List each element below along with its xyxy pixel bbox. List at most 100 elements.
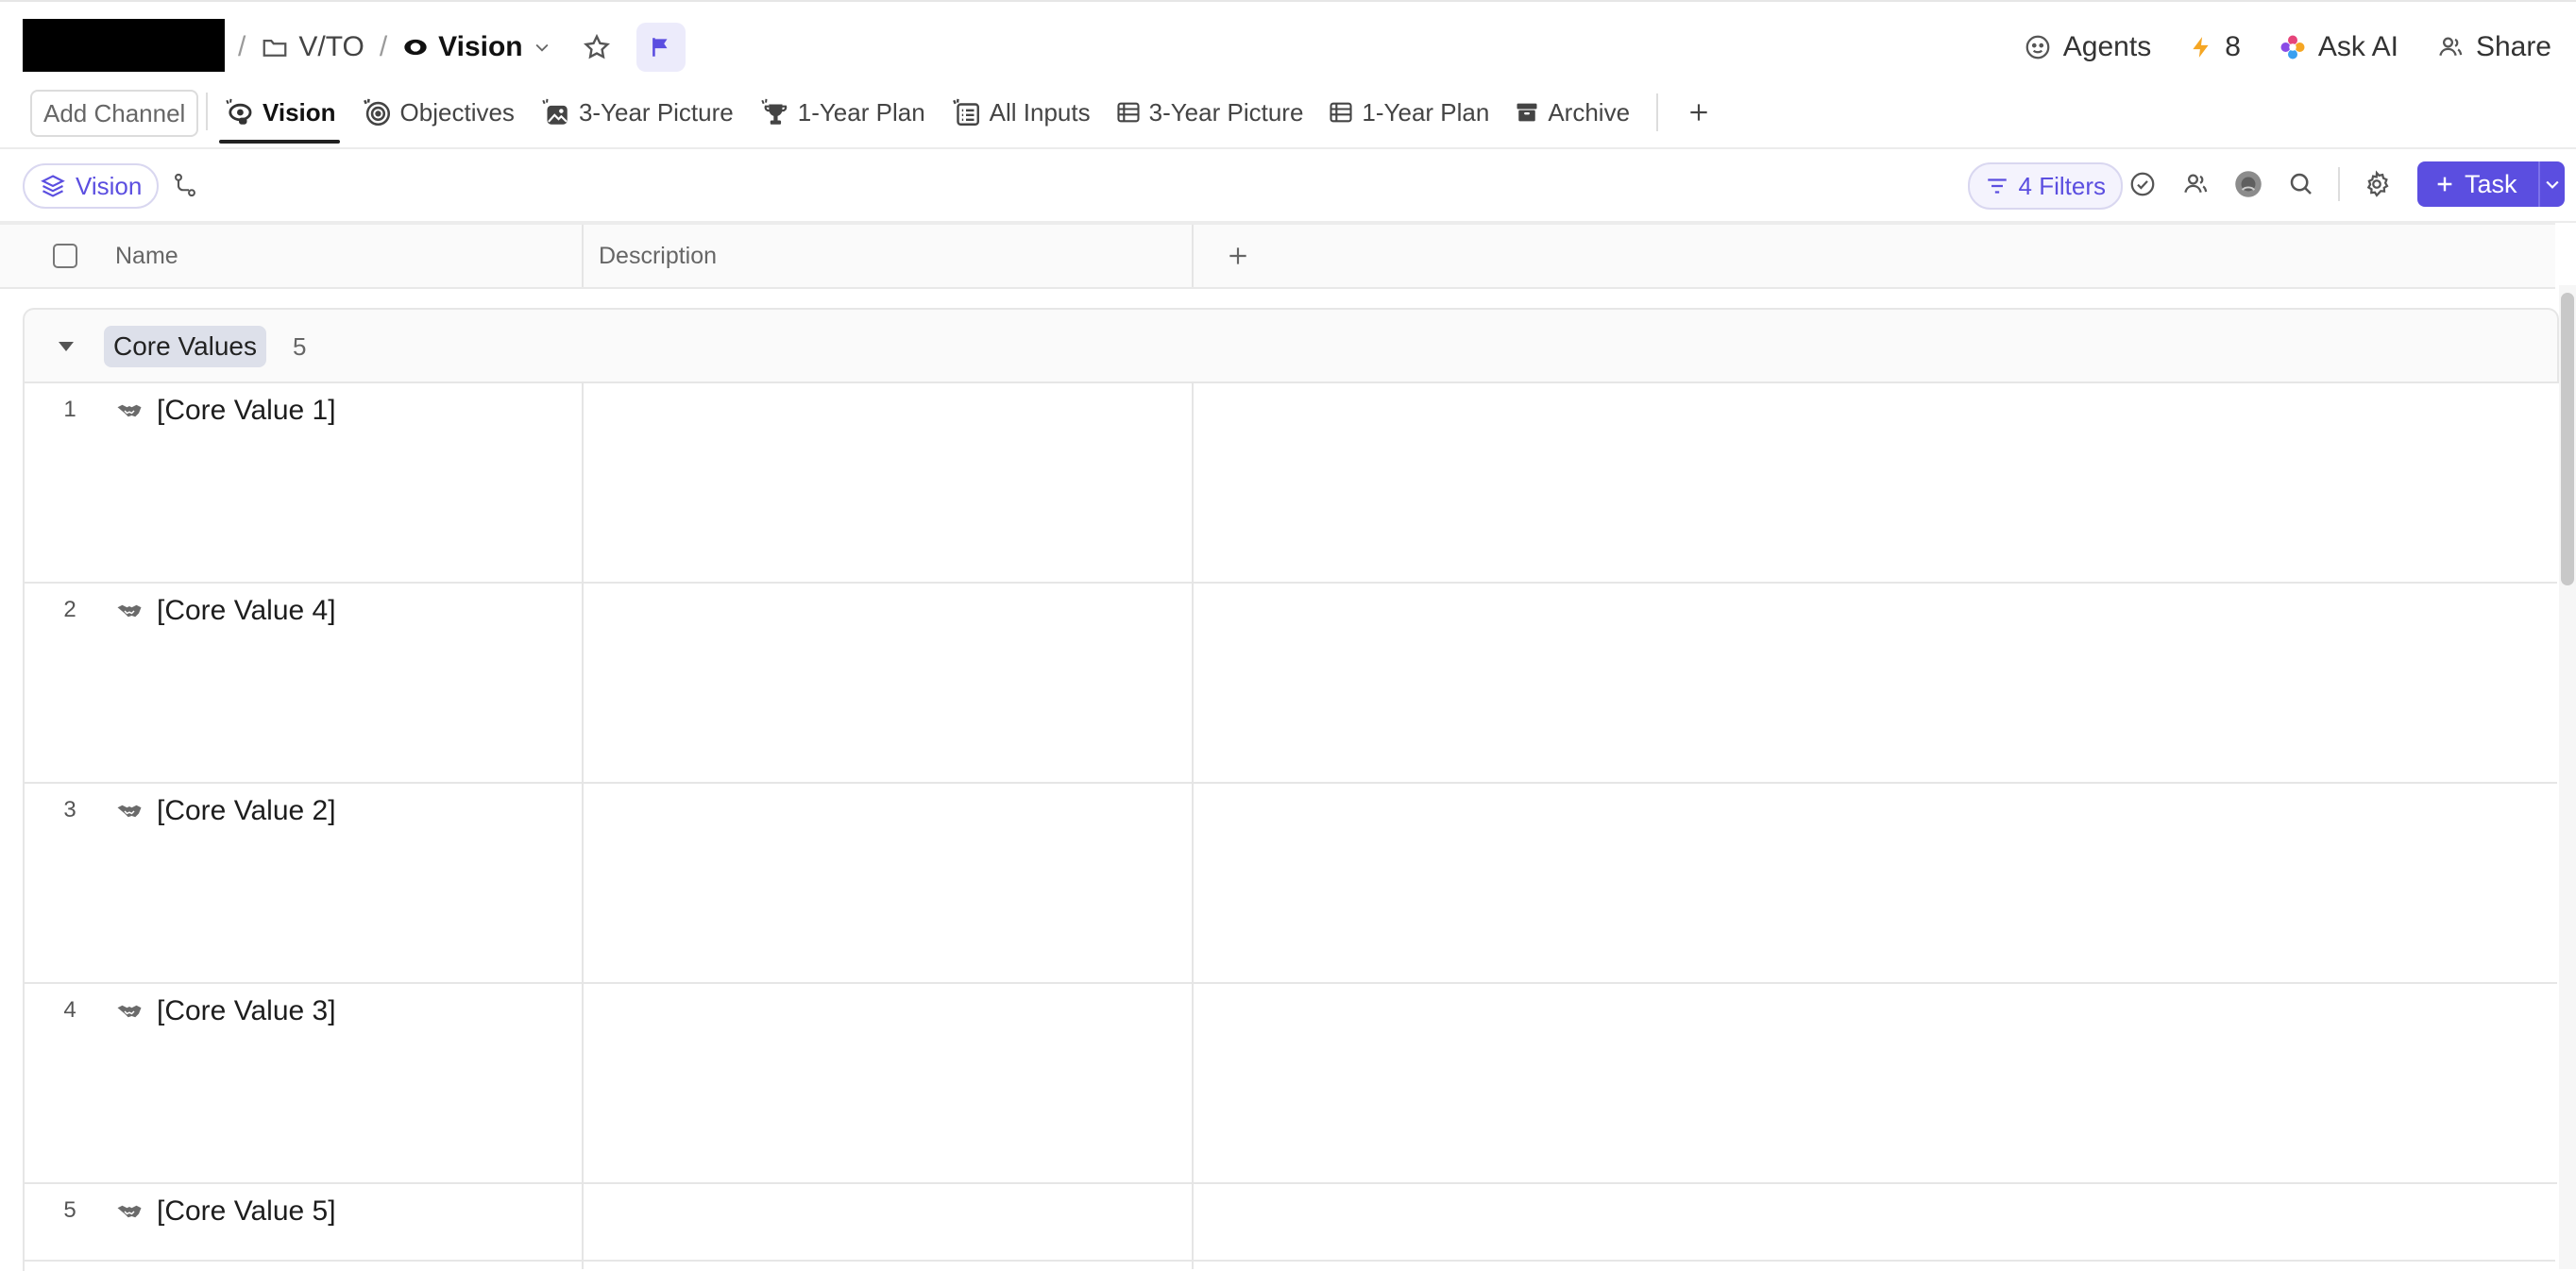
folder-icon	[261, 33, 289, 61]
task-name-cell[interactable]: [Core Value 2]	[115, 795, 336, 827]
gear-icon	[2366, 170, 2389, 197]
column-divider	[1192, 381, 1194, 1269]
breadcrumb: / V/TO / Vision	[238, 21, 686, 74]
task-name-cell[interactable]: [Core Value 1]	[115, 395, 336, 427]
search-button[interactable]	[2285, 166, 2317, 202]
agents-icon	[2025, 35, 2050, 59]
view-tabs: Vision Objectives 3-Year Picture 1-Year …	[219, 83, 1722, 144]
handshake-icon	[117, 604, 142, 618]
automations-count: 8	[2225, 31, 2241, 62]
column-header-description[interactable]: Description	[599, 225, 717, 287]
breadcrumb-folder-label: V/TO	[298, 31, 364, 62]
tab-label: 1-Year Plan	[797, 97, 925, 127]
breadcrumb-folder[interactable]: V/TO	[261, 31, 364, 63]
add-task-button[interactable]: Task	[2417, 161, 2565, 207]
tab-archive[interactable]: Archive	[1510, 83, 1634, 142]
plus-icon	[1229, 247, 1246, 264]
tab-1-year-plan[interactable]: 1-Year Plan	[754, 83, 929, 142]
automations-count-button[interactable]: 8	[2189, 31, 2241, 63]
table-row[interactable]: 1 [Core Value 1]	[23, 381, 2557, 582]
ask-ai-button[interactable]: Ask AI	[2279, 31, 2398, 63]
archive-icon	[1517, 103, 1537, 122]
search-icon	[2290, 173, 2312, 195]
tab-label: 1-Year Plan	[1362, 97, 1490, 127]
caret-down-icon	[59, 342, 74, 351]
flag-icon	[652, 38, 668, 57]
eye-icon	[226, 98, 252, 125]
subtasks-icon	[175, 173, 195, 197]
layers-icon	[41, 175, 65, 197]
closed-tasks-button[interactable]	[2127, 166, 2159, 202]
form-icon	[952, 98, 979, 126]
task-options-dropdown[interactable]	[2540, 175, 2565, 194]
divider	[206, 93, 208, 130]
table-row[interactable]: 5 [Core Value 5]	[23, 1182, 2557, 1271]
scrollbar-thumb[interactable]	[2561, 293, 2574, 585]
breadcrumb-current[interactable]: Vision	[402, 31, 551, 63]
plus-icon	[2437, 177, 2452, 192]
group-count: 5	[293, 331, 307, 361]
task-name-cell[interactable]: [Core Value 4]	[115, 595, 336, 627]
divider	[2338, 167, 2340, 201]
tab-label: Archive	[1548, 97, 1631, 127]
favorite-star-button[interactable]	[572, 23, 621, 72]
tab-all-inputs[interactable]: All Inputs	[946, 83, 1094, 142]
tab-label: 3-Year Picture	[578, 97, 734, 127]
assignees-button[interactable]	[2179, 166, 2212, 202]
select-all-checkbox[interactable]	[53, 225, 77, 287]
row-number: 1	[63, 397, 76, 422]
tab-objectives[interactable]: Objectives	[357, 83, 518, 142]
add-view-button[interactable]	[1675, 83, 1722, 142]
agents-button[interactable]: Agents	[2024, 31, 2151, 63]
collapse-group-button[interactable]	[55, 340, 77, 353]
tab-vision[interactable]: Vision	[219, 83, 340, 144]
priority-flag-button[interactable]	[636, 23, 686, 72]
handshake-icon	[117, 1005, 142, 1018]
image-icon	[542, 98, 568, 125]
column-divider	[582, 225, 584, 287]
people-icon	[2184, 174, 2208, 194]
column-header-name[interactable]: Name	[115, 225, 178, 287]
filters-button[interactable]: 4 Filters	[1967, 162, 2123, 210]
group-label[interactable]: Core Values	[104, 326, 267, 367]
table-row[interactable]: 4 [Core Value 3]	[23, 982, 2557, 1182]
subtasks-button[interactable]	[168, 168, 202, 202]
tab-3-year-picture-table[interactable]: 3-Year Picture	[1111, 83, 1308, 142]
filters-label: 4 Filters	[2018, 171, 2106, 200]
task-name-cell[interactable]: [Core Value 3]	[115, 995, 336, 1027]
header-actions: Agents 8 Ask AI Share	[2024, 23, 2551, 72]
view-group-by-button[interactable]: Vision	[23, 163, 160, 209]
star-icon	[583, 33, 610, 59]
breadcrumb-current-label: Vision	[438, 31, 523, 62]
table-row[interactable]: 2 [Core Value 4]	[23, 582, 2557, 782]
group-header-core-values: Core Values 5	[23, 308, 2559, 383]
add-column-button[interactable]	[1226, 225, 1250, 287]
share-button[interactable]: Share	[2436, 31, 2551, 63]
divider	[1656, 93, 1659, 131]
handshake-icon	[117, 404, 142, 417]
ask-ai-label: Ask AI	[2317, 31, 2398, 62]
table-row[interactable]: 3 [Core Value 2]	[23, 782, 2557, 982]
table-icon	[1117, 102, 1140, 123]
workspace-logo[interactable]	[23, 19, 225, 72]
row-number: 4	[63, 997, 76, 1023]
checkbox[interactable]	[53, 244, 77, 268]
task-button-label: Task	[2465, 169, 2517, 198]
ai-sparkle-icon	[2280, 35, 2305, 59]
eye-icon	[402, 34, 429, 60]
settings-button[interactable]	[2361, 166, 2393, 202]
chevron-down-icon	[533, 38, 551, 57]
user-avatar[interactable]	[2232, 166, 2264, 202]
agents-label: Agents	[2062, 31, 2152, 62]
check-circle-icon	[2130, 172, 2155, 196]
breadcrumb-separator: /	[238, 31, 246, 62]
handshake-icon	[117, 805, 142, 818]
target-icon	[363, 98, 390, 127]
row-number: 3	[63, 797, 76, 822]
task-name-cell[interactable]: [Core Value 5]	[115, 1195, 336, 1228]
task-name: [Core Value 1]	[157, 395, 336, 426]
tab-1-year-plan-table[interactable]: 1-Year Plan	[1324, 83, 1493, 142]
add-channel-button[interactable]: Add Channel	[30, 90, 199, 137]
add-task-main[interactable]: Task	[2417, 170, 2538, 199]
tab-3-year-picture[interactable]: 3-Year Picture	[535, 83, 737, 142]
